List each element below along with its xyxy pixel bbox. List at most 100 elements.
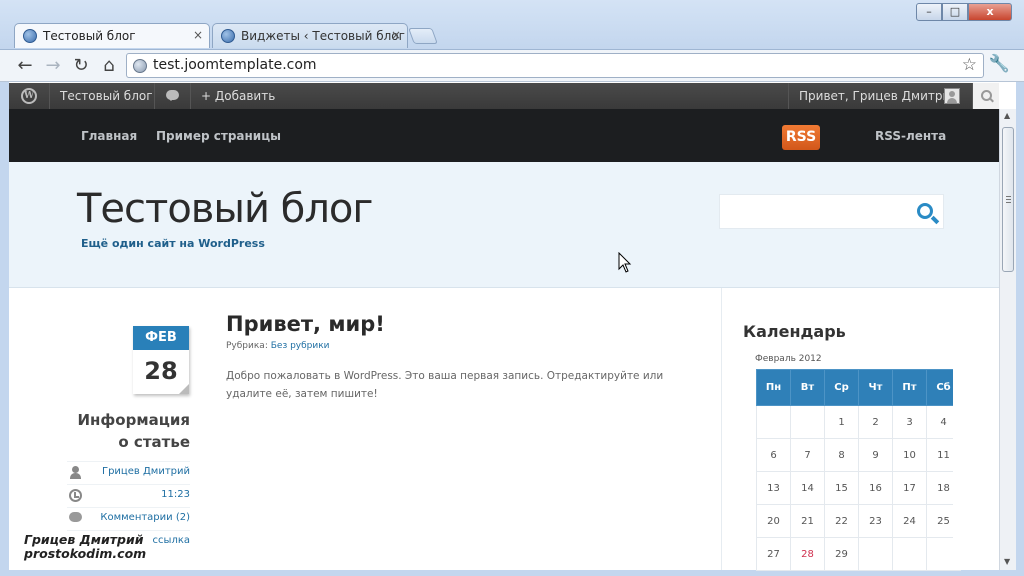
admin-bar-add-new[interactable]: + Добавить: [201, 83, 275, 109]
calendar-day: 17: [892, 471, 927, 505]
scrollbar-grip: [1006, 196, 1011, 197]
calendar-day: 6: [756, 438, 791, 472]
home-icon[interactable]: ⌂: [97, 54, 121, 78]
reload-icon[interactable]: ↻: [69, 54, 93, 78]
post-excerpt: Добро пожаловать в WordPress. Это ваша п…: [226, 370, 664, 400]
site-title[interactable]: Тестовый блог: [77, 186, 373, 232]
calendar-widget-title: Календарь: [743, 322, 846, 341]
browser-toolbar: ← → ↻ ⌂ test.joomtemplate.com ☆ 🔧: [0, 50, 1024, 82]
maximize-button[interactable]: □: [942, 3, 968, 21]
comments-icon[interactable]: [166, 90, 179, 101]
sidebar-divider: [721, 288, 722, 570]
post-comments-link[interactable]: Комментарии (2): [100, 512, 190, 523]
post-date-month: ФЕВ: [133, 326, 189, 350]
post-info-heading: Информация о статье: [64, 409, 191, 453]
scrollbar-grip: [1006, 202, 1011, 203]
calendar-day: 2: [858, 405, 893, 439]
tab-close-icon[interactable]: ×: [193, 28, 203, 42]
page-info-icon[interactable]: [133, 59, 147, 73]
calendar-weekday: Чт: [858, 369, 893, 406]
scrollbar-thumb[interactable]: [1002, 127, 1014, 272]
url-text: test.joomtemplate.com: [153, 57, 317, 73]
minimize-button[interactable]: –: [916, 3, 942, 21]
admin-bar-divider: [190, 83, 191, 109]
calendar-day: 20: [756, 504, 791, 538]
calendar-week-row: 20 21 22 23 24 25: [756, 504, 961, 538]
rss-icon[interactable]: RSS: [782, 125, 820, 150]
calendar-weekday: Вт: [790, 369, 825, 406]
scrollbar-grip: [1006, 199, 1011, 200]
calendar-day: 29: [824, 537, 859, 571]
calendar-day: [756, 405, 791, 439]
rss-feed-link[interactable]: RSS-лента: [875, 129, 946, 143]
calendar-body: 1 2 3 4 6 7 8 9 10 11 13 14 15 16 17 18 20 21 22 23 24 25 27 28…: [756, 405, 961, 571]
close-window-button[interactable]: x: [968, 3, 1012, 21]
search-input[interactable]: [719, 194, 944, 229]
admin-bar-divider: [788, 83, 789, 109]
post-category-prefix: Рубрика:: [226, 341, 268, 351]
watermark-line: Грицев Дмитрий: [24, 532, 144, 547]
calendar-day: 22: [824, 504, 859, 538]
admin-bar-greeting[interactable]: Привет, Грицев Дмитрий: [799, 83, 958, 109]
post-author-link[interactable]: Грицев Дмитрий: [102, 466, 190, 477]
calendar-week-row: 1234: [756, 405, 961, 439]
window-frame-left: [0, 82, 9, 576]
calendar-day: [892, 537, 927, 571]
post-meta-time[interactable]: 11:23: [67, 484, 190, 506]
globe-icon: [23, 29, 37, 43]
window-controls: – □ x: [916, 3, 1012, 21]
post-permalink[interactable]: ссылка: [153, 535, 190, 546]
post-meta-comments[interactable]: Комментарии (2): [67, 507, 190, 529]
mouse-cursor-icon: [618, 252, 632, 273]
tab-label: Тестовый блог: [43, 29, 136, 43]
page-scrollbar[interactable]: ▲ ▼: [999, 109, 1016, 570]
nav-link-home[interactable]: Главная: [81, 129, 137, 143]
calendar-day: 9: [858, 438, 893, 472]
admin-bar-site-name[interactable]: Тестовый блог: [60, 83, 153, 109]
admin-bar-divider: [49, 83, 50, 109]
calendar-day: [858, 537, 893, 571]
bookmark-star-icon[interactable]: ☆: [962, 55, 977, 75]
address-bar[interactable]: test.joomtemplate.com ☆: [126, 53, 984, 78]
wordpress-logo-icon[interactable]: W: [21, 88, 37, 104]
calendar-day: 27: [756, 537, 791, 571]
calendar-day: 7: [790, 438, 825, 472]
comment-icon: [69, 512, 82, 522]
tab-label: Виджеты ‹ Тестовый блог: [241, 29, 405, 43]
tab-widgets[interactable]: Виджеты ‹ Тестовый блог ×: [212, 23, 408, 48]
post-category: Рубрика: Без рубрики: [226, 341, 330, 351]
search-icon[interactable]: [917, 203, 933, 219]
window-frame-right: [1016, 82, 1024, 576]
avatar[interactable]: [944, 88, 960, 104]
nav-link-sample-page[interactable]: Пример страницы: [156, 129, 281, 143]
post-info-heading-line: о статье: [118, 433, 190, 451]
calendar-weekday: Ср: [824, 369, 859, 406]
post-title[interactable]: Привет, мир!: [226, 312, 385, 336]
scroll-up-arrow-icon[interactable]: ▲: [1004, 111, 1010, 120]
calendar-day: 24: [892, 504, 927, 538]
scroll-down-arrow-icon[interactable]: ▼: [1004, 557, 1010, 566]
calendar-day: 14: [790, 471, 825, 505]
tab-close-icon[interactable]: ×: [391, 28, 401, 42]
back-arrow-icon[interactable]: ←: [13, 54, 37, 78]
calendar-day: 13: [756, 471, 791, 505]
calendar-day: 28: [790, 537, 825, 571]
calendar-day: 1: [824, 405, 859, 439]
wrench-menu-icon[interactable]: 🔧: [989, 54, 1010, 74]
calendar-caption: Февраль 2012: [755, 354, 822, 364]
forward-arrow-icon[interactable]: →: [41, 54, 65, 78]
new-tab-button[interactable]: [408, 28, 438, 44]
site-tagline: Ещё один сайт на WordPress: [81, 237, 265, 250]
site-navigation: Главная Пример страницы RSS RSS-лента: [9, 109, 999, 162]
admin-bar-search-icon[interactable]: [972, 83, 999, 109]
calendar-week-row: 27 28 29: [756, 537, 961, 571]
calendar-day: 8: [824, 438, 859, 472]
wp-admin-bar: W Тестовый блог + Добавить Привет, Грице…: [9, 83, 999, 109]
post-meta-author[interactable]: Грицев Дмитрий: [67, 461, 190, 483]
post-category-link[interactable]: Без рубрики: [271, 341, 330, 351]
calendar-weekday: Пн: [756, 369, 791, 406]
post-time-link[interactable]: 11:23: [161, 489, 190, 500]
tab-testovyi-blog[interactable]: Тестовый блог ×: [14, 23, 210, 48]
calendar-day: 16: [858, 471, 893, 505]
calendar-day: 15: [824, 471, 859, 505]
